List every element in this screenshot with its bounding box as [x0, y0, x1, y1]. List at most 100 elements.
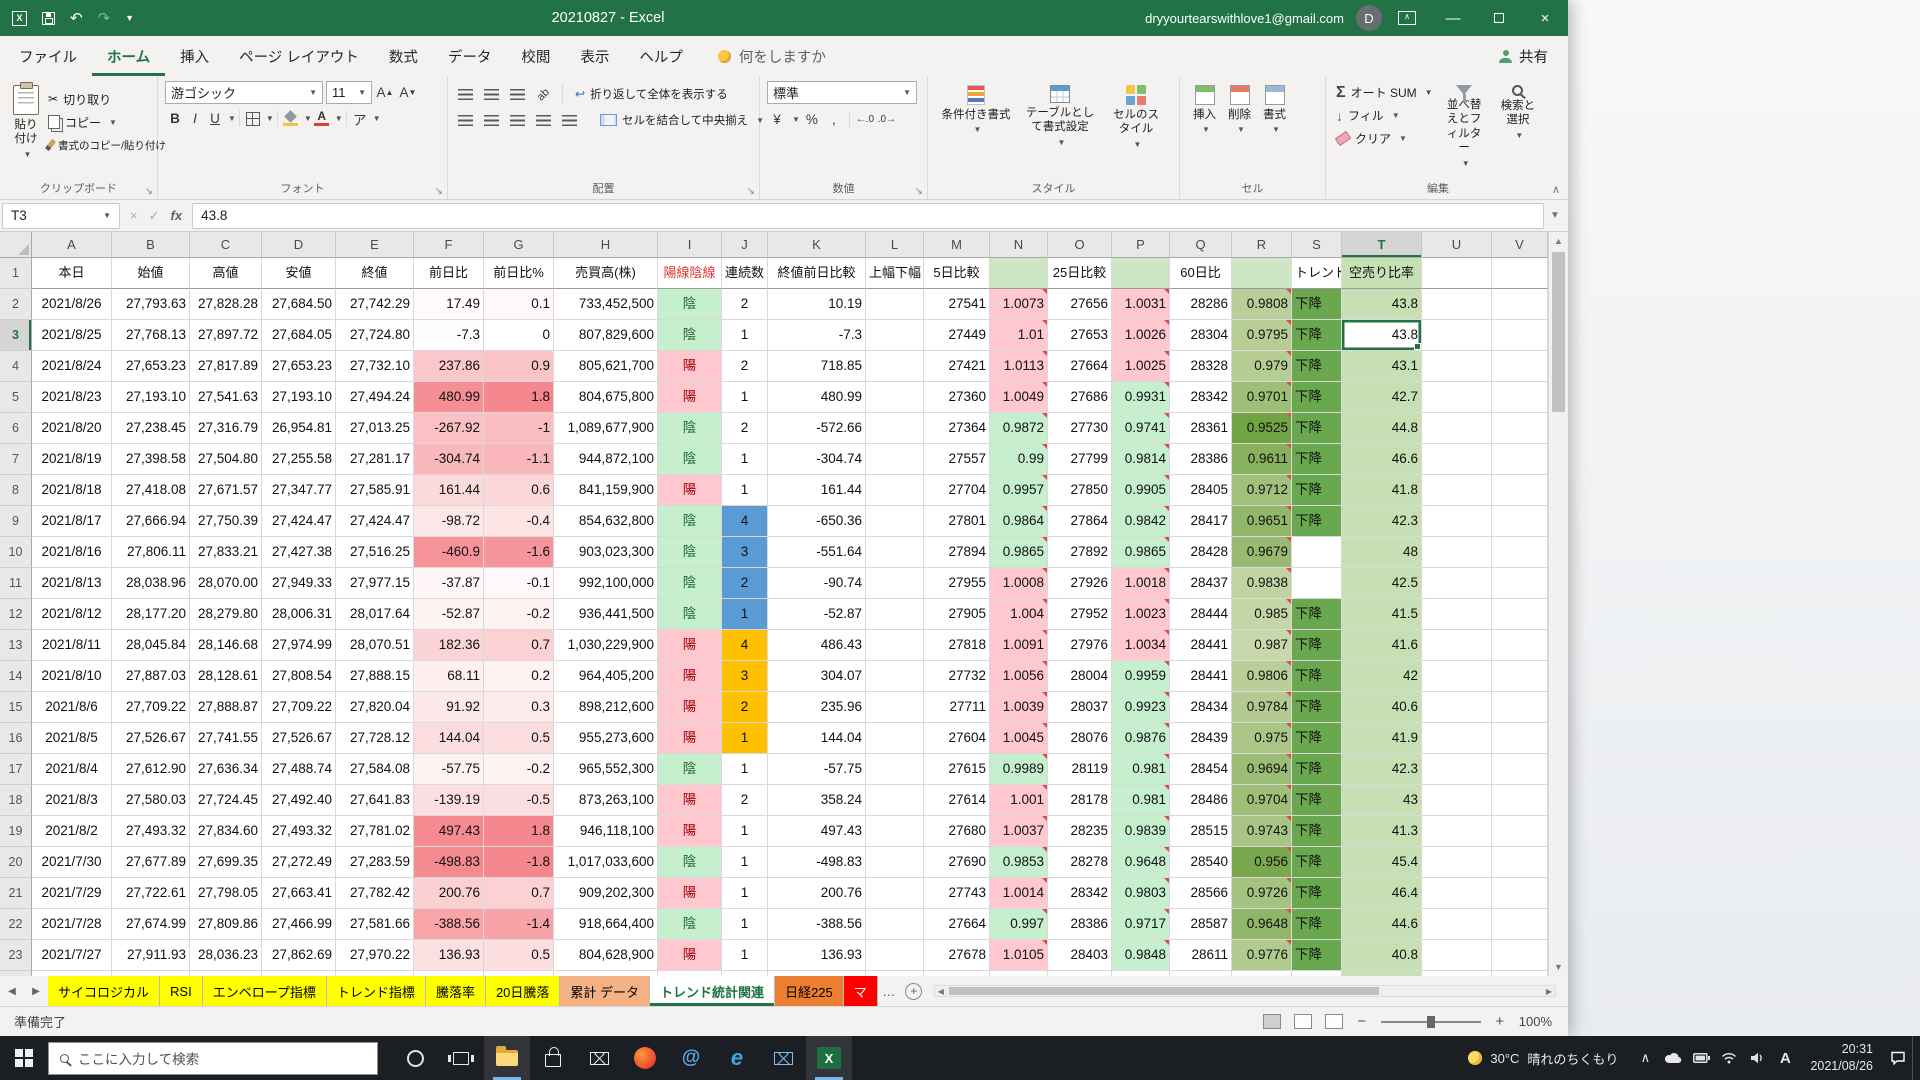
- cell-P2[interactable]: 1.0031: [1112, 289, 1170, 320]
- cell-L9[interactable]: [866, 506, 924, 537]
- cell-H9[interactable]: 854,632,800: [554, 506, 658, 537]
- cell-L6[interactable]: [866, 413, 924, 444]
- cell-B8[interactable]: 27,418.08: [112, 475, 190, 506]
- cell-O11[interactable]: 27926: [1048, 568, 1112, 599]
- clear-button[interactable]: クリア▼: [1333, 127, 1436, 150]
- cell-N18[interactable]: 1.001: [990, 785, 1048, 816]
- cell-L19[interactable]: [866, 816, 924, 847]
- cell-P13[interactable]: 1.0034: [1112, 630, 1170, 661]
- insert-function-icon[interactable]: fx: [171, 208, 183, 223]
- cell-B3[interactable]: 27,768.13: [112, 320, 190, 351]
- cell-S12[interactable]: 下降: [1292, 599, 1342, 630]
- cell-F3[interactable]: -7.3: [414, 320, 484, 351]
- cell-G6[interactable]: -1: [484, 413, 554, 444]
- col-header-F[interactable]: F: [414, 232, 484, 258]
- cell-M2[interactable]: 27541: [924, 289, 990, 320]
- cell-O22[interactable]: 28386: [1048, 909, 1112, 940]
- cell-M18[interactable]: 27614: [924, 785, 990, 816]
- cell-S8[interactable]: 下降: [1292, 475, 1342, 506]
- align-middle-icon[interactable]: [481, 84, 501, 105]
- share-button[interactable]: 共有: [1483, 36, 1564, 76]
- cell-S14[interactable]: 下降: [1292, 661, 1342, 692]
- find-select-button[interactable]: 検索と選択▼: [1493, 81, 1543, 145]
- cell-O3[interactable]: 27653: [1048, 320, 1112, 351]
- orientation-icon[interactable]: ab: [529, 80, 558, 109]
- cell-D12[interactable]: 28,006.31: [262, 599, 336, 630]
- cell-E11[interactable]: 27,977.15: [336, 568, 414, 599]
- cell-Q17[interactable]: 28454: [1170, 754, 1232, 785]
- cell-A22[interactable]: 2021/7/28: [32, 909, 112, 940]
- cell-O17[interactable]: 28119: [1048, 754, 1112, 785]
- cell-O7[interactable]: 27799: [1048, 444, 1112, 475]
- tab-数式[interactable]: 数式: [374, 36, 433, 76]
- cell-P12[interactable]: 1.0023: [1112, 599, 1170, 630]
- name-box[interactable]: T3▼: [2, 203, 120, 229]
- cell-H13[interactable]: 1,030,229,900: [554, 630, 658, 661]
- cell-T18[interactable]: 43: [1342, 785, 1422, 816]
- cell-G16[interactable]: 0.5: [484, 723, 554, 754]
- cell-P3[interactable]: 1.0026: [1112, 320, 1170, 351]
- italic-button[interactable]: I: [185, 108, 205, 129]
- cell-G20[interactable]: -1.8: [484, 847, 554, 878]
- cell-C20[interactable]: 27,699.35: [190, 847, 262, 878]
- cell-O20[interactable]: 28278: [1048, 847, 1112, 878]
- cell-R10[interactable]: 0.9679: [1232, 537, 1292, 568]
- cell-E5[interactable]: 27,494.24: [336, 382, 414, 413]
- cell-S16[interactable]: 下降: [1292, 723, 1342, 754]
- cell-U6[interactable]: [1422, 413, 1492, 444]
- cell-S6[interactable]: 下降: [1292, 413, 1342, 444]
- cell-A7[interactable]: 2021/8/19: [32, 444, 112, 475]
- cell-F12[interactable]: -52.87: [414, 599, 484, 630]
- cell-F21[interactable]: 200.76: [414, 878, 484, 909]
- cell-V22[interactable]: [1492, 909, 1548, 940]
- tab-ページ レイアウト[interactable]: ページ レイアウト: [224, 36, 374, 76]
- cell-G2[interactable]: 0.1: [484, 289, 554, 320]
- wifi-icon[interactable]: [1715, 1036, 1743, 1080]
- cell-Q19[interactable]: 28515: [1170, 816, 1232, 847]
- cell-U5[interactable]: [1422, 382, 1492, 413]
- cell-K22[interactable]: -388.56: [768, 909, 866, 940]
- fill-color-button[interactable]: [281, 108, 301, 129]
- cell-Q1[interactable]: 60日比: [1170, 258, 1232, 289]
- cell-K4[interactable]: 718.85: [768, 351, 866, 382]
- cell-R7[interactable]: 0.9611: [1232, 444, 1292, 475]
- cell-M9[interactable]: 27801: [924, 506, 990, 537]
- cell-K12[interactable]: -52.87: [768, 599, 866, 630]
- cell-S7[interactable]: 下降: [1292, 444, 1342, 475]
- cell-J3[interactable]: 1: [722, 320, 768, 351]
- cell-Q13[interactable]: 28441: [1170, 630, 1232, 661]
- cell-V10[interactable]: [1492, 537, 1548, 568]
- edge-button[interactable]: e: [714, 1036, 760, 1080]
- cell-B22[interactable]: 27,674.99: [112, 909, 190, 940]
- cell-H6[interactable]: 1,089,677,900: [554, 413, 658, 444]
- cell-T10[interactable]: 48: [1342, 537, 1422, 568]
- row-header-20[interactable]: 20: [0, 847, 32, 878]
- percent-format-button[interactable]: %: [802, 109, 822, 130]
- cell-R6[interactable]: 0.9525: [1232, 413, 1292, 444]
- cell-H7[interactable]: 944,872,100: [554, 444, 658, 475]
- cell-T20[interactable]: 45.4: [1342, 847, 1422, 878]
- cell-E19[interactable]: 27,781.02: [336, 816, 414, 847]
- format-cells-button[interactable]: 書式▼: [1257, 81, 1292, 139]
- cell-N13[interactable]: 1.0091: [990, 630, 1048, 661]
- cell-K19[interactable]: 497.43: [768, 816, 866, 847]
- cell-L1[interactable]: 上幅下幅: [866, 258, 924, 289]
- decrease-indent-icon[interactable]: [533, 110, 553, 131]
- sheet-tab-トレンド指標[interactable]: トレンド指標: [327, 976, 426, 1006]
- cell-H17[interactable]: 965,552,300: [554, 754, 658, 785]
- zoom-slider[interactable]: [1381, 1021, 1481, 1023]
- col-header-B[interactable]: B: [112, 232, 190, 258]
- cell-N20[interactable]: 0.9853: [990, 847, 1048, 878]
- font-name-combo[interactable]: 游ゴシック▼: [165, 81, 323, 104]
- zoom-slider-thumb[interactable]: [1427, 1016, 1435, 1028]
- cell-F16[interactable]: 144.04: [414, 723, 484, 754]
- formula-input[interactable]: 43.8: [192, 203, 1544, 229]
- sheet-tab-日経225[interactable]: 日経225: [775, 976, 844, 1006]
- cell-I9[interactable]: 陰: [658, 506, 722, 537]
- add-sheet-button[interactable]: +: [900, 976, 928, 1006]
- cell-S11[interactable]: [1292, 568, 1342, 599]
- tab-挿入[interactable]: 挿入: [165, 36, 224, 76]
- cell-O8[interactable]: 27850: [1048, 475, 1112, 506]
- col-header-U[interactable]: U: [1422, 232, 1492, 258]
- col-header-D[interactable]: D: [262, 232, 336, 258]
